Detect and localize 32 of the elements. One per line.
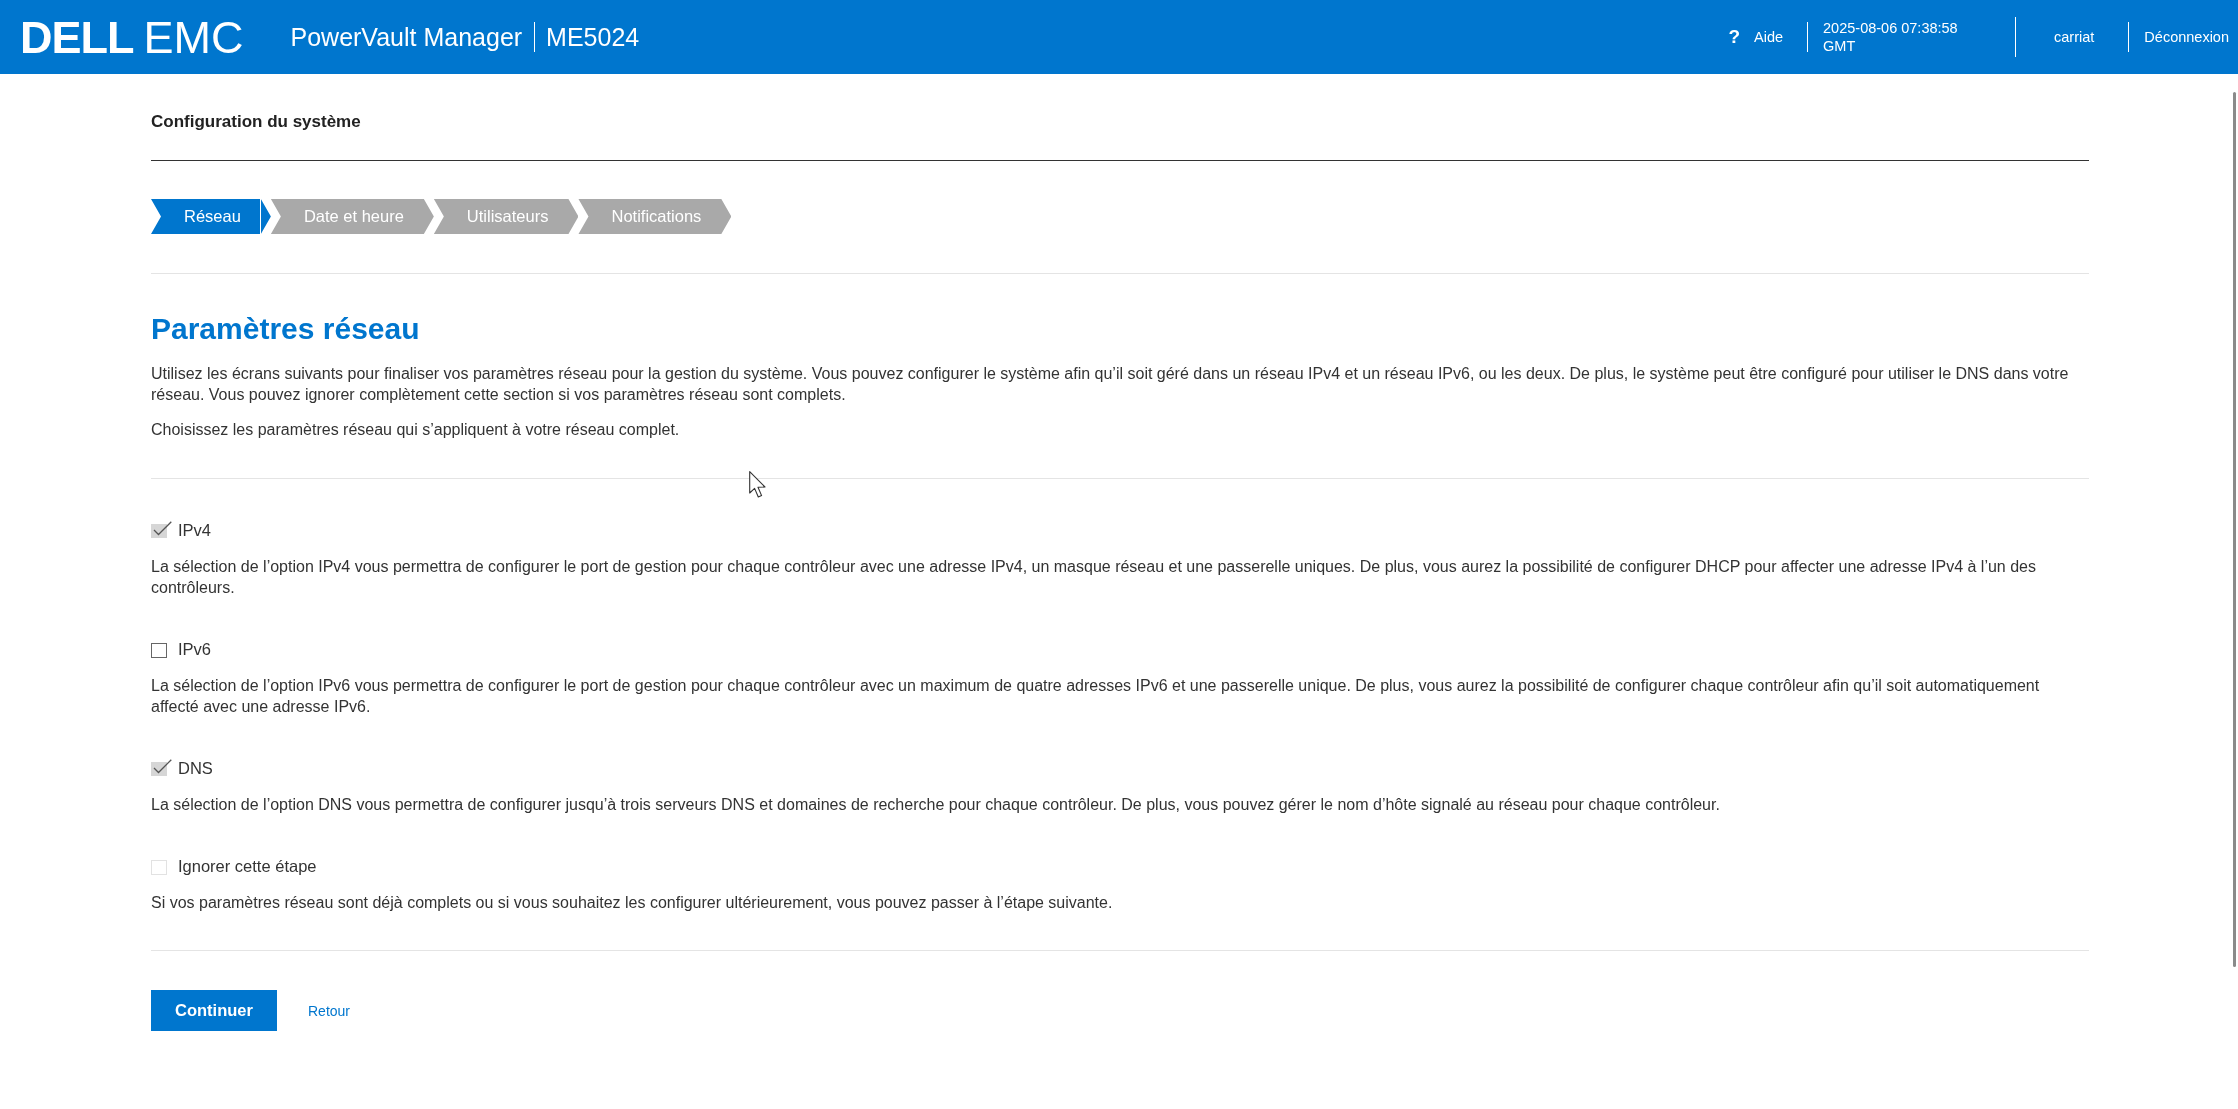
help-icon: ? xyxy=(1728,26,1740,48)
step-tab[interactable]: Notifications xyxy=(578,199,732,234)
page-title: Configuration du système xyxy=(151,112,362,132)
option-label: IPv6 xyxy=(178,639,212,659)
step-tab[interactable]: Date et heure xyxy=(270,199,434,234)
step-tab[interactable]: Réseau xyxy=(151,199,271,234)
back-link[interactable]: Retour xyxy=(308,1002,351,1019)
option-label: IPv4 xyxy=(178,520,212,540)
logout-link[interactable]: Déconnexion xyxy=(2144,29,2229,45)
option-description: Si vos paramètres réseau sont déjà complets ou si vous souhaitez les configurer ultérieurement, vous pouvez passer à l’étape suivante. xyxy=(151,893,1114,913)
app-title: PowerVault Manager xyxy=(290,22,523,52)
logo-suffix-text: EMC xyxy=(143,14,244,60)
cursor-icon xyxy=(749,471,766,498)
option-description: La sélection de l’option DNS vous permettra de configurer jusqu’à trois serveurs DNS et domaines de recherche pour chaque contrôleur. De plus, vous pouvez gérer le nom d’hôte signalé au réseau pour chaque contrôleur. xyxy=(151,795,1721,815)
continue-button[interactable]: Continuer xyxy=(151,990,277,1031)
option-label: DNS xyxy=(178,758,213,778)
checkbox[interactable] xyxy=(151,520,172,540)
logo-wordmark: DELL xyxy=(20,14,134,60)
intro-paragraph: Utilisez les écrans suivants pour finaliser vos paramètres réseau pour la gestion du système. Vous pouvez configurer le système afin qu’il soit géré dans un réseau IPv4 et un réseau IPv6, ou les deux. De plus, le système peut être configuré pour utiliser le DNS dans votre réseau. Vous pouvez ignorer complètement cette section si vos paramètres réseau sont complets. xyxy=(151,364,2070,405)
section-heading: Paramètres réseau xyxy=(151,311,421,347)
option-description: La sélection de l’option IPv6 vous permettra de configurer le port de gestion pour chaque contrôleur avec un maximum de quatre adresses IPv6 et une passerelle unique. De plus, vous aurez la possibilité de configurer chaque contrôleur afin qu’il soit automatiquement affecté avec une adresse IPv6. xyxy=(151,676,2041,717)
option-description: La sélection de l’option IPv4 vous permettra de configurer le port de gestion pour chaque contrôleur avec une adresse IPv4, un masque réseau et une passerelle uniques. De plus, vous aurez la possibilité de configurer DHCP pour affecter une adresse IPv4 à l’un des contrôleurs. xyxy=(151,557,2037,598)
model-name: ME5024 xyxy=(546,22,640,52)
timezone-text: GMT xyxy=(1823,37,1856,55)
help-link[interactable]: ? Aide xyxy=(1728,26,1784,48)
scrollbar-thumb[interactable] xyxy=(2233,92,2236,967)
intro-paragraph: Choisissez les paramètres réseau qui s’appliquent à votre réseau complet. xyxy=(151,420,681,440)
checkbox[interactable] xyxy=(151,758,172,778)
date-time-text: 2025-08-06 07:38:58 xyxy=(1823,19,1958,37)
step-tab[interactable]: Utilisateurs xyxy=(433,199,579,234)
user-link[interactable]: carriat xyxy=(2054,29,2095,45)
option-label: Ignorer cette étape xyxy=(178,856,317,876)
